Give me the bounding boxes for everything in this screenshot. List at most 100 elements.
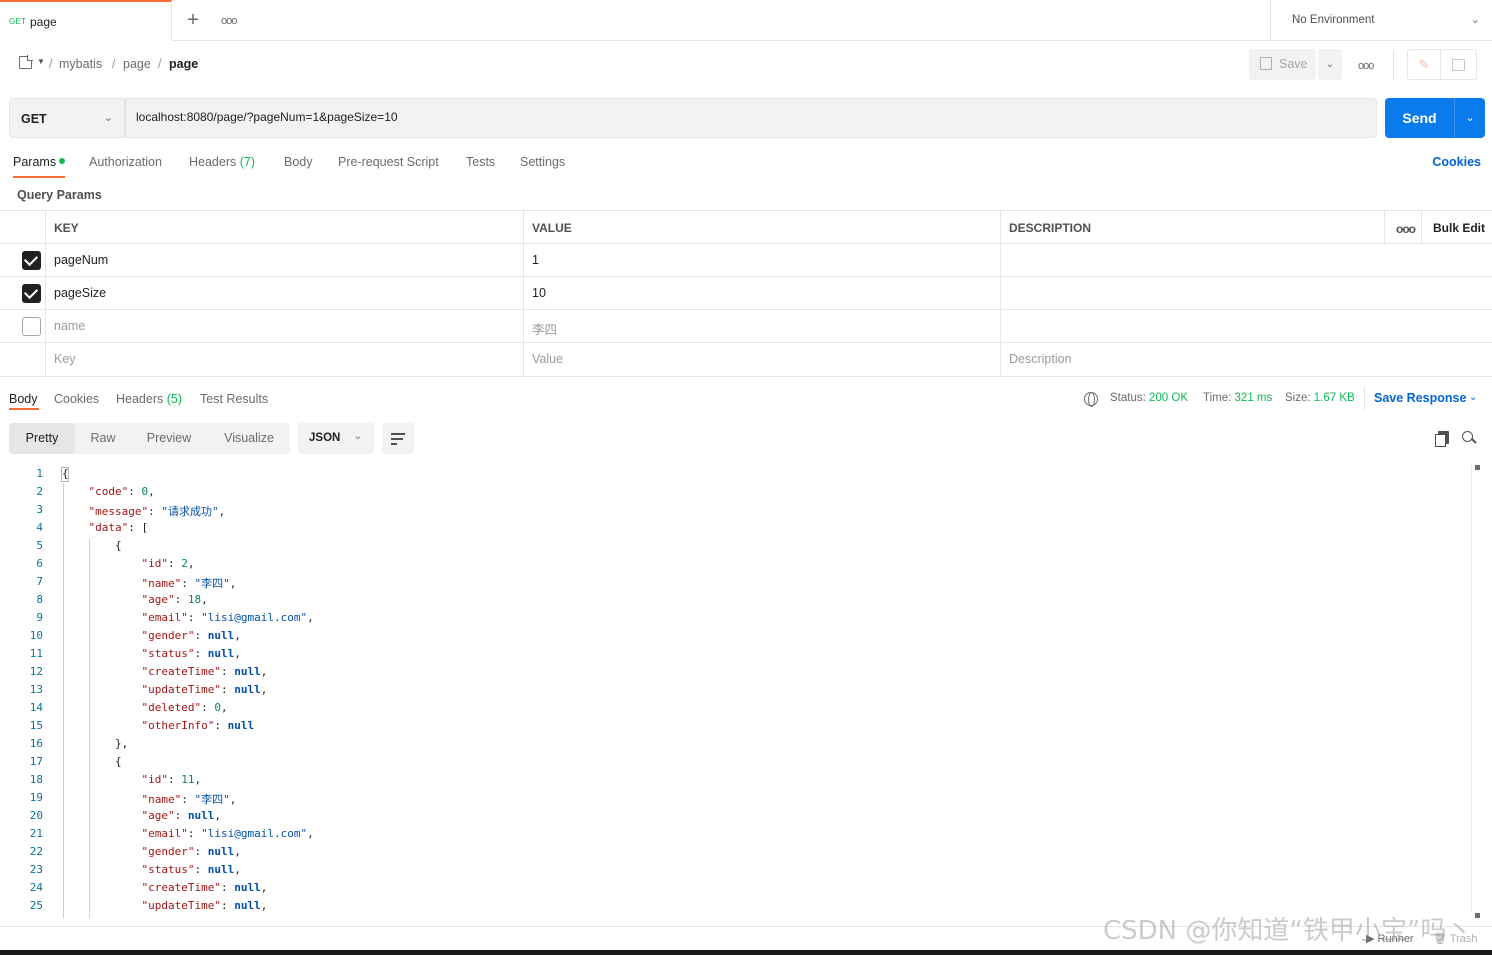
scrollbar-track[interactable]	[1471, 463, 1472, 913]
row-checkbox[interactable]	[22, 251, 41, 270]
value-cell[interactable]: 10	[523, 277, 1001, 310]
line-number: 16	[29, 737, 43, 750]
key-header: KEY	[45, 211, 524, 244]
view-visualize[interactable]: Visualize	[209, 423, 289, 454]
response-headers-label: Headers	[116, 392, 164, 406]
description-input[interactable]: Description	[1000, 343, 1492, 376]
description-cell[interactable]	[1000, 310, 1492, 343]
response-headers-count: (5)	[166, 392, 183, 406]
save-dropdown-button[interactable]: ⌄	[1318, 49, 1342, 80]
response-tab-headers[interactable]: Headers (5)	[116, 392, 182, 406]
breadcrumb-current[interactable]: page	[169, 57, 198, 71]
copy-icon[interactable]	[1435, 431, 1449, 447]
save-response-button[interactable]: Save Response	[1374, 391, 1466, 405]
plus-icon[interactable]: +	[183, 9, 203, 31]
tab-tests[interactable]: Tests	[466, 155, 495, 169]
line-number: 2	[36, 485, 43, 498]
line-number: 23	[29, 863, 43, 876]
response-tab-cookies[interactable]: Cookies	[54, 392, 99, 406]
code-line: "gender": null,	[142, 629, 241, 642]
scrollbar-down[interactable]	[1475, 913, 1480, 918]
tab-settings[interactable]: Settings	[520, 155, 565, 169]
code-token: "gender"	[141, 845, 195, 858]
row-checkbox[interactable]	[22, 317, 41, 336]
cookies-link[interactable]: Cookies	[1432, 155, 1481, 169]
key-cell[interactable]: pageNum	[45, 244, 524, 277]
code-token: "id"	[141, 773, 169, 786]
send-dropdown-button[interactable]: ⌄	[1454, 98, 1485, 138]
tab-headers[interactable]: Headers (7)	[189, 155, 255, 169]
collection-icon[interactable]	[19, 55, 33, 69]
code-token: "code"	[88, 485, 129, 498]
caret-down-icon[interactable]: ▼	[37, 57, 45, 66]
description-cell[interactable]	[1000, 277, 1492, 310]
code-line: "age": 18,	[142, 593, 208, 606]
breadcrumb-separator: /	[112, 57, 116, 71]
format-select[interactable]: JSON ⌄	[298, 423, 374, 454]
table-more-cell[interactable]: ooo	[1384, 211, 1422, 244]
response-tab-body[interactable]: Body	[9, 392, 38, 406]
value-text: 10	[532, 286, 546, 300]
indent-guide	[88, 539, 90, 918]
table-header-row: KEY VALUE DESCRIPTION ooo Bulk Edit	[0, 210, 1492, 244]
more-icon[interactable]: ooo	[1358, 58, 1374, 72]
edit-icon[interactable]: ✎	[1407, 49, 1441, 80]
code-token: ,	[229, 793, 237, 806]
key-input[interactable]: Key	[45, 343, 524, 376]
tab-prerequest-script[interactable]: Pre-request Script	[338, 155, 439, 169]
key-cell[interactable]: pageSize	[45, 277, 524, 310]
table-row-new: Key Value Description	[0, 342, 1492, 376]
code-token: :	[168, 773, 182, 786]
tab-authorization[interactable]: Authorization	[89, 155, 162, 169]
more-icon[interactable]: ooo	[221, 13, 237, 27]
response-tab-test-results[interactable]: Test Results	[200, 392, 268, 406]
code-token: :	[128, 485, 142, 498]
doc-icon[interactable]	[1441, 49, 1477, 80]
bulk-edit-cell[interactable]: Bulk Edit	[1421, 211, 1492, 244]
code-token: :	[194, 647, 208, 660]
code-line: "name": "李四",	[142, 575, 237, 591]
code-token: null	[207, 863, 235, 876]
view-pretty[interactable]: Pretty	[9, 423, 75, 454]
code-line: "message": "请求成功",	[89, 503, 226, 519]
value-cell[interactable]: 1	[523, 244, 1001, 277]
tab-params[interactable]: Params	[13, 155, 66, 169]
wrap-icon[interactable]	[382, 423, 414, 454]
code-token: ,	[307, 611, 314, 624]
tab-body[interactable]: Body	[284, 155, 313, 169]
code-line: "status": null,	[142, 647, 241, 660]
breadcrumb-item[interactable]: page	[123, 57, 151, 71]
url-input[interactable]	[136, 110, 1336, 124]
code-token: "status"	[141, 647, 195, 660]
chevron-down-icon[interactable]: ⌄	[1469, 392, 1477, 403]
chevron-down-icon: ⌄	[353, 431, 362, 442]
description-cell[interactable]	[1000, 244, 1492, 277]
scrollbar-up[interactable]	[1475, 465, 1480, 470]
code-token: :	[181, 793, 195, 806]
key-cell[interactable]: name	[45, 310, 524, 343]
value-input[interactable]: Value	[523, 343, 1001, 376]
request-tab[interactable]: GET page	[0, 0, 172, 41]
value-text: 1	[532, 253, 539, 267]
method-select[interactable]: GET ⌄	[9, 98, 125, 138]
view-raw[interactable]: Raw	[75, 423, 131, 454]
globe-icon[interactable]	[1084, 392, 1098, 407]
view-preview[interactable]: Preview	[135, 423, 203, 454]
search-icon[interactable]	[1462, 431, 1473, 442]
bulk-edit-button[interactable]: Bulk Edit	[1433, 221, 1485, 235]
url-field[interactable]	[125, 98, 1377, 138]
environment-selector[interactable]: No Environment ⌄	[1270, 0, 1492, 41]
more-icon[interactable]: ooo	[1396, 222, 1416, 236]
code-line: "code": 0,	[89, 485, 155, 498]
code-token: null	[234, 683, 261, 696]
breadcrumb-item[interactable]: mybatis	[59, 57, 102, 71]
send-button[interactable]: Send	[1385, 98, 1454, 138]
key-text: pageSize	[54, 286, 107, 300]
key-text: pageNum	[54, 253, 109, 267]
save-button[interactable]: Save	[1249, 49, 1316, 80]
row-checkbox[interactable]	[22, 284, 41, 303]
response-body-viewer[interactable]: 1 {2 "code": 0, 3 "message": "请求成功", 4 "data":…	[0, 465, 1470, 918]
description-header: DESCRIPTION	[1000, 211, 1385, 244]
value-cell[interactable]: 李四	[523, 310, 1001, 343]
code-token: null	[234, 899, 261, 912]
